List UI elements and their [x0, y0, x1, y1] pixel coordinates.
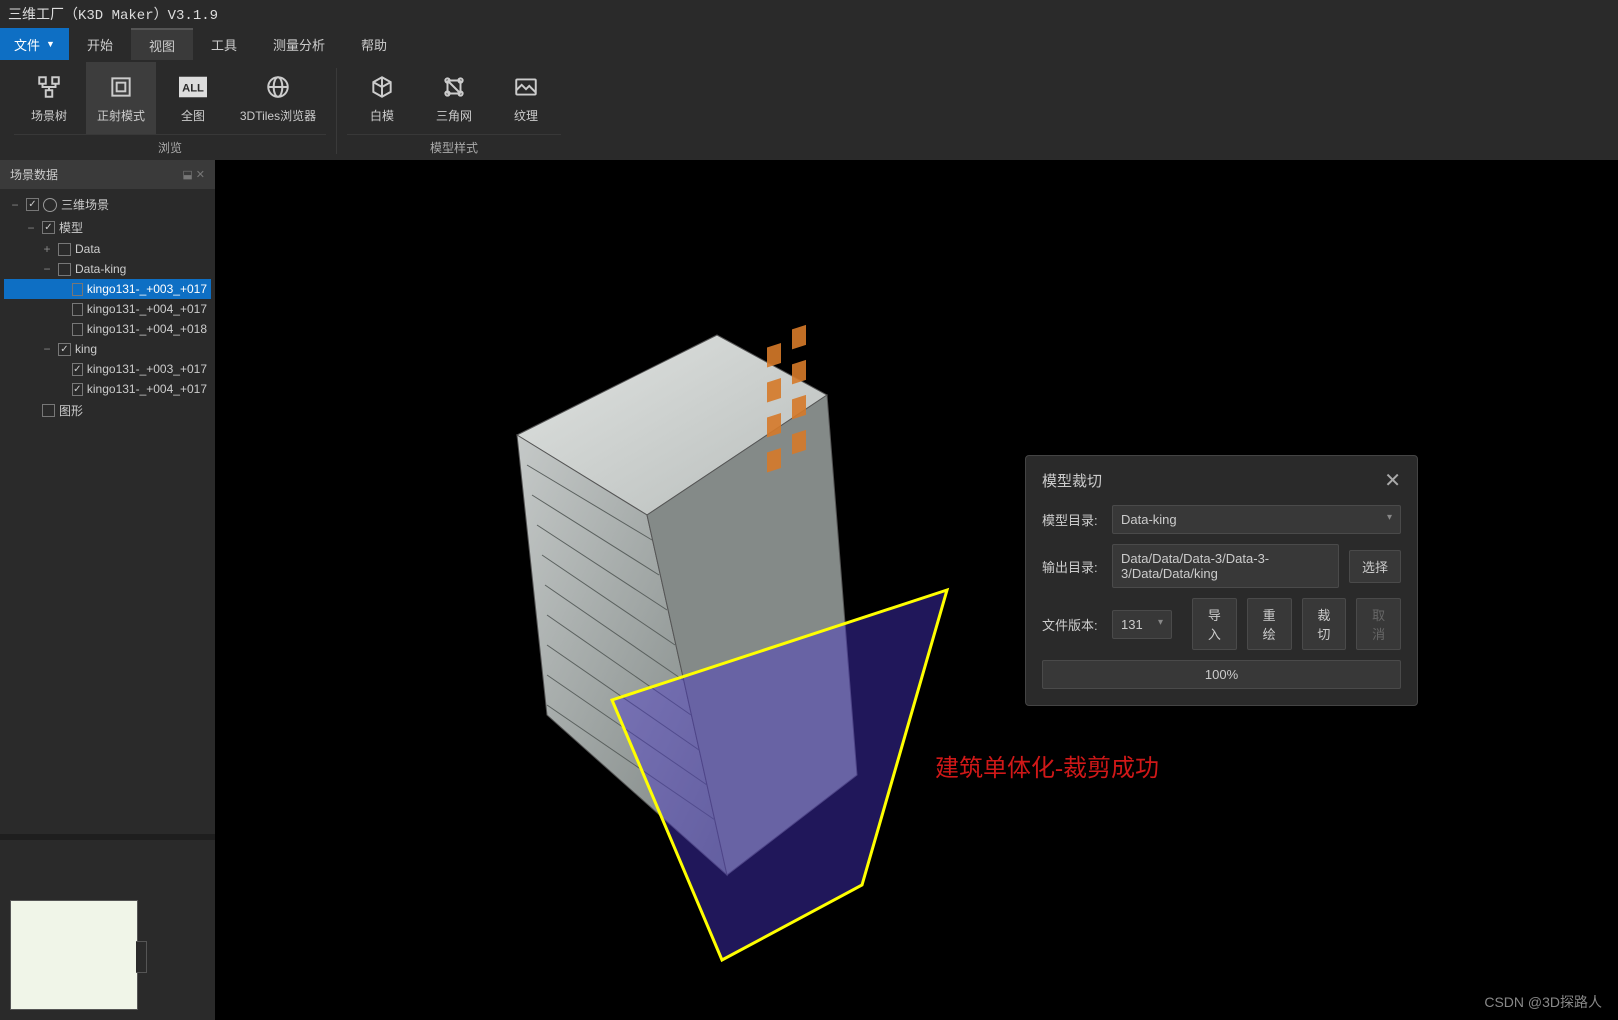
all-icon: ALL [179, 73, 207, 101]
app-title: 三维工厂（K3D Maker）V3.1.9 [0, 0, 1618, 28]
image-icon [512, 73, 540, 101]
texture-button[interactable]: 纹理 [491, 62, 561, 134]
white-model-button[interactable]: 白模 [347, 62, 417, 134]
menu-measure[interactable]: 测量分析 [255, 28, 343, 60]
cancel-button[interactable]: 取消 [1356, 598, 1401, 650]
tree-item[interactable]: kingo131-_+004_+017 [4, 379, 211, 399]
tree-king[interactable]: −king [4, 339, 211, 359]
scene-tree-button[interactable]: 场景树 [14, 62, 84, 134]
tree-icon [35, 73, 63, 101]
select-button[interactable]: 选择 [1349, 550, 1401, 583]
building-model [467, 315, 967, 965]
file-version-select[interactable]: 131 [1112, 610, 1172, 639]
tree-model[interactable]: −模型 [4, 216, 211, 239]
output-dir-label: 输出目录: [1042, 557, 1102, 576]
ribbon: 场景树 正射模式 ALL 全图 3DTiles浏览器 浏览 白模 [0, 60, 1618, 160]
tree-data[interactable]: +Data [4, 239, 211, 259]
watermark: CSDN @3D探路人 [1484, 992, 1602, 1012]
file-menu[interactable]: 文件 [0, 28, 69, 60]
redraw-button[interactable]: 重绘 [1247, 598, 1292, 650]
mesh-icon [440, 73, 468, 101]
globe-icon [43, 198, 57, 212]
import-button[interactable]: 导入 [1192, 598, 1237, 650]
tree-item[interactable]: kingo131-_+004_+018 [4, 319, 211, 339]
cube-icon [368, 73, 396, 101]
ortho-icon [107, 73, 135, 101]
svg-text:ALL: ALL [182, 82, 204, 94]
menu-help[interactable]: 帮助 [343, 28, 405, 60]
crop-dialog: 模型裁切 ✕ 模型目录: Data-king 输出目录: Data/Data/D… [1025, 455, 1418, 706]
thumbnail[interactable] [10, 900, 138, 1010]
progress-bar: 100% [1042, 660, 1401, 689]
globe-icon [264, 73, 292, 101]
model-style-group-label: 模型样式 [347, 134, 561, 160]
menu-bar: 文件 开始 视图 工具 测量分析 帮助 [0, 28, 1618, 60]
model-dir-label: 模型目录: [1042, 510, 1102, 529]
close-icon[interactable]: ✕ [1384, 468, 1401, 493]
tree-item[interactable]: kingo131-_+004_+017 [4, 299, 211, 319]
file-version-label: 文件版本: [1042, 615, 1102, 634]
tree-graphics[interactable]: 图形 [4, 399, 211, 422]
tree-item[interactable]: kingo131-_+003_+017 [4, 279, 211, 299]
tree-root[interactable]: −三维场景 [4, 193, 211, 216]
model-dir-select[interactable]: Data-king [1112, 505, 1401, 534]
tiles-browser-button[interactable]: 3DTiles浏览器 [230, 62, 326, 134]
dialog-title: 模型裁切 [1042, 470, 1102, 491]
menu-tools[interactable]: 工具 [193, 28, 255, 60]
triangle-mesh-button[interactable]: 三角网 [419, 62, 489, 134]
tree-data-king[interactable]: −Data-king [4, 259, 211, 279]
panel-close-icon[interactable]: ⬓ ✕ [182, 168, 205, 181]
scene-panel-header: 场景数据 ⬓ ✕ [0, 160, 215, 189]
viewport-3d[interactable]: 模型裁切 ✕ 模型目录: Data-king 输出目录: Data/Data/D… [215, 160, 1618, 1020]
browse-group-label: 浏览 [14, 134, 326, 160]
menu-start[interactable]: 开始 [69, 28, 131, 60]
menu-view[interactable]: 视图 [131, 28, 193, 60]
tree-item[interactable]: kingo131-_+003_+017 [4, 359, 211, 379]
full-view-button[interactable]: ALL 全图 [158, 62, 228, 134]
crop-button[interactable]: 裁切 [1302, 598, 1347, 650]
annotation-text: 建筑单体化-裁剪成功 [935, 748, 1159, 783]
ortho-mode-button[interactable]: 正射模式 [86, 62, 156, 134]
output-dir-input[interactable]: Data/Data/Data-3/Data-3-3/Data/Data/king [1112, 544, 1339, 588]
ribbon-separator [336, 68, 337, 154]
scene-tree[interactable]: −三维场景 −模型 +Data −Data-king kingo131-_+00… [0, 189, 215, 834]
thumbnail-panel [0, 840, 215, 1020]
